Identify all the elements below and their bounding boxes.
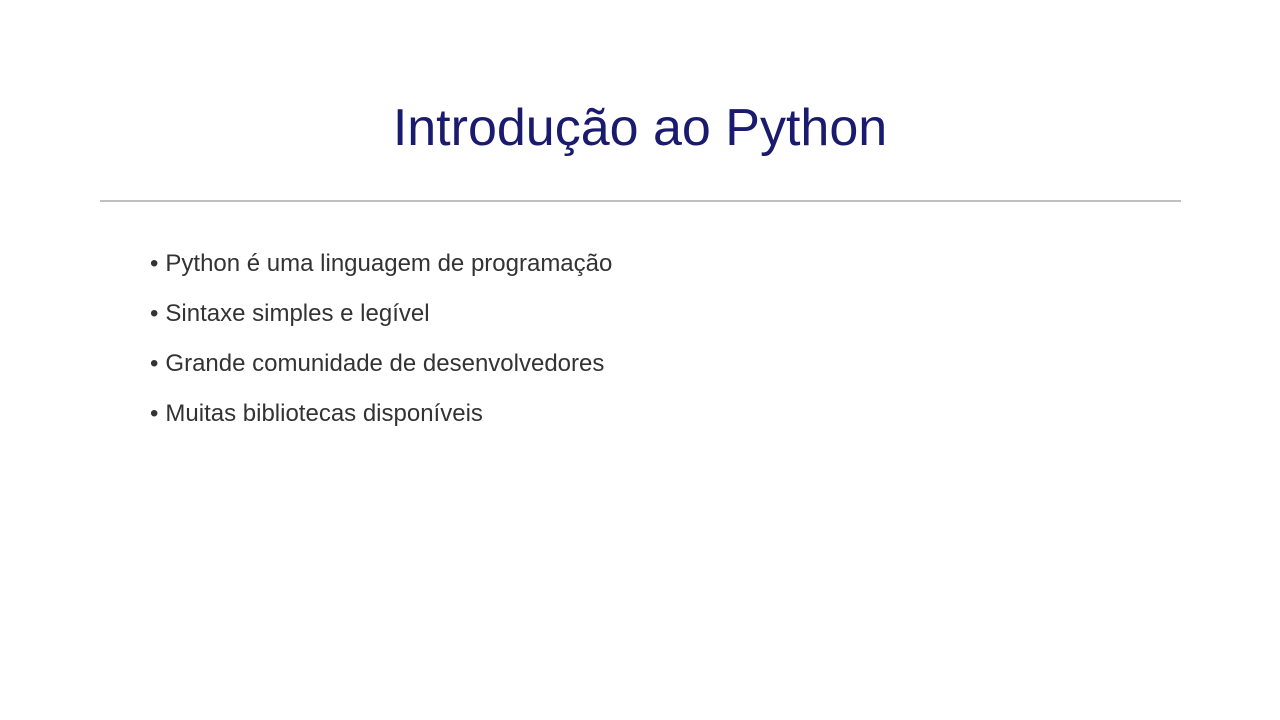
bullet-dot-icon: • xyxy=(150,350,159,377)
bullet-dot-icon: • xyxy=(150,300,159,327)
bullet-dot-icon: • xyxy=(150,400,159,427)
bullet-item: • Muitas bibliotecas disponíveis xyxy=(150,396,612,432)
title-divider xyxy=(100,200,1181,202)
slide-title: Introdução ao Python xyxy=(392,99,888,157)
bullet-text: Sintaxe simples e legível xyxy=(165,300,430,327)
bullet-text: Grande comunidade de desenvolvedores xyxy=(165,350,605,377)
bullet-item: • Python é uma linguagem de programação xyxy=(150,246,612,282)
bullet-list: • Python é uma linguagem de programação •… xyxy=(150,246,612,446)
bullet-dot-icon: • xyxy=(150,250,159,277)
bullet-item: • Sintaxe simples e legível xyxy=(150,296,612,332)
bullet-item: • Grande comunidade de desenvolvedores xyxy=(150,346,612,382)
presentation-slide: Introdução ao Python • Python é uma lingu… xyxy=(0,0,1280,720)
bullet-text: Muitas bibliotecas disponíveis xyxy=(165,400,483,427)
bullet-text: Python é uma linguagem de programação xyxy=(165,250,613,277)
